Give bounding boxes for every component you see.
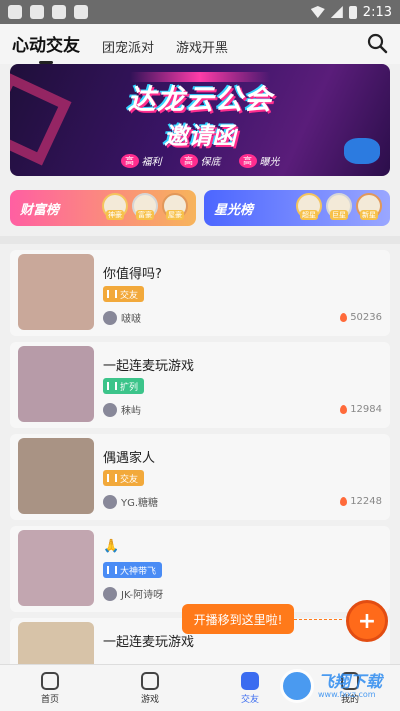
nav-games[interactable]: 游戏 — [100, 665, 200, 711]
room-heat: 12248 — [340, 496, 382, 507]
room-name: 偶遇家人 — [103, 451, 156, 466]
watermark-text: 飞翔下载 — [318, 671, 383, 691]
star-rank-title: 星光榜 — [214, 202, 254, 218]
watermark-url: www.fxxz.com — [318, 689, 376, 699]
room-host: JK-阿诗呀 — [103, 586, 163, 601]
rank-avatar-label: 超星 — [300, 210, 318, 220]
section-divider — [0, 236, 400, 244]
room-tag-badge: 交友 — [103, 470, 145, 486]
flame-icon — [340, 497, 348, 506]
nav-home-label: 首页 — [40, 694, 59, 705]
room-name: 一起连麦玩游戏 — [103, 635, 195, 650]
room-card[interactable]: 一起连麦玩游戏 扩列秣屿 12984 — [10, 342, 390, 428]
banner-tag: 高福利 — [120, 153, 162, 168]
host-name: 啵啵 — [121, 314, 141, 325]
host-avatar — [103, 402, 117, 417]
room-host: 秣屿 — [103, 402, 141, 417]
rank-avatar-label: 新星 — [360, 210, 378, 220]
rank-avatar-label: 神豪 — [106, 210, 124, 220]
watermark: 飞翔下载 www.fxxz.com — [280, 666, 398, 706]
cleaner-icon — [30, 5, 44, 19]
heat-count: 12984 — [350, 404, 382, 415]
flame-icon — [340, 405, 348, 414]
friends-icon — [241, 671, 259, 690]
nav-friends-label: 交友 — [240, 694, 259, 705]
sd-card-icon — [52, 5, 66, 19]
search-icon[interactable] — [366, 32, 388, 54]
host-name: YG.糖糖 — [121, 498, 159, 509]
room-card[interactable]: 偶遇家人交友 YG.糖糖 12248 — [10, 434, 390, 520]
wealth-rank-card[interactable]: 财富榜 神豪 富豪 屋豪 — [10, 190, 196, 226]
nav-games-label: 游戏 — [140, 694, 159, 705]
rank-avatar-label: 屋豪 — [166, 210, 184, 220]
wealth-rank-title: 财富榜 — [20, 202, 60, 218]
rank-avatar-label: 巨星 — [330, 210, 348, 220]
host-avatar — [103, 494, 117, 509]
star-rank-card[interactable]: 星光榜 超星 巨星 新星 — [204, 190, 390, 226]
host-avatar — [103, 310, 117, 325]
rank-avatar: 新星 — [356, 193, 382, 220]
wifi-icon — [310, 6, 325, 18]
tab-heart-friends[interactable]: 心动交友 — [12, 31, 80, 56]
room-name: 你值得吗? — [103, 267, 162, 282]
tab-party[interactable]: 团宠派对 — [102, 37, 154, 56]
rank-avatar: 屋豪 — [162, 193, 188, 220]
room-card[interactable]: 你值得吗? 交友啵啵 50236 — [10, 250, 390, 336]
grid-icon — [74, 5, 88, 19]
room-tag-badge: 扩列 — [103, 378, 145, 394]
host-avatar — [103, 586, 117, 601]
heat-count: 50236 — [350, 312, 382, 323]
home-icon — [41, 671, 59, 690]
rank-avatar: 巨星 — [326, 193, 352, 220]
banner-subtitle: 邀请函 — [164, 122, 236, 150]
host-name: JK-阿诗呀 — [121, 590, 164, 601]
rank-avatar: 神豪 — [102, 193, 128, 220]
go-live-tooltip: 开播移到这里啦! — [182, 604, 294, 634]
rank-avatar: 富豪 — [132, 193, 158, 220]
banner-tag-mark: 高 — [238, 153, 257, 168]
battery-icon — [348, 5, 357, 19]
room-heat: 50236 — [340, 312, 382, 323]
app-notification-icon — [8, 5, 22, 19]
banner-tag-mark: 高 — [179, 153, 198, 168]
room-thumbnail — [18, 254, 94, 330]
room-heat: 12984 — [340, 404, 382, 415]
host-name: 秣屿 — [121, 406, 141, 417]
banner-tag: 高曝光 — [238, 153, 280, 168]
tooltip-pointer — [294, 619, 342, 620]
watermark-logo-icon — [280, 669, 314, 703]
status-time: 2:13 — [362, 4, 392, 20]
game-icon — [141, 671, 159, 690]
signal-icon — [330, 6, 343, 18]
rank-avatar: 超星 — [296, 193, 322, 220]
tab-gaming[interactable]: 游戏开黑 — [176, 37, 228, 56]
banner-title: 达龙云公会 — [127, 83, 273, 116]
room-host: YG.糖糖 — [103, 494, 158, 509]
banner-tag-text: 曝光 — [259, 157, 280, 168]
banner-tag-text: 福利 — [141, 157, 162, 168]
go-live-button[interactable]: + — [346, 600, 388, 642]
banner-tag: 高保底 — [179, 153, 221, 168]
room-thumbnail — [18, 530, 94, 606]
room-host: 啵啵 — [103, 310, 141, 325]
room-list: 你值得吗? 交友 啵啵 50236 一起连麦玩游戏 扩列 秣屿 12984 偶遇家人 交友 YG.糖… — [10, 244, 390, 704]
room-card[interactable]: 🙏 大神带飞 JK-阿诗呀 — [10, 526, 390, 612]
room-tag-badge: 交友 — [103, 286, 145, 302]
banner-tag-mark: 高 — [120, 153, 139, 168]
promo-banner[interactable]: 达龙云公会 邀请函 高福利 高保底 高曝光 — [10, 64, 390, 176]
room-thumbnail — [18, 346, 94, 422]
banner-tags: 高福利 高保底 高曝光 — [10, 153, 390, 168]
rank-avatar-label: 富豪 — [136, 210, 154, 220]
flame-icon — [340, 313, 348, 322]
top-nav: 心动交友 团宠派对 游戏开黑 — [0, 24, 400, 64]
room-thumbnail — [18, 438, 94, 514]
room-name: 🙏 — [103, 539, 120, 554]
status-bar: 2:13 — [0, 0, 400, 24]
banner-tag-text: 保底 — [200, 157, 221, 168]
room-name: 一起连麦玩游戏 — [103, 359, 195, 374]
room-tag-badge: 大神带飞 — [103, 562, 163, 578]
heat-count: 12248 — [350, 496, 382, 507]
nav-home[interactable]: 首页 — [0, 665, 100, 711]
